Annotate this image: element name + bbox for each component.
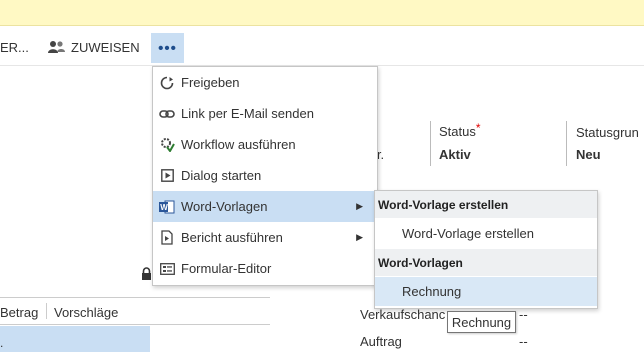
submenu-arrow-icon: ▶ xyxy=(356,232,363,242)
form-editor-icon xyxy=(153,262,181,275)
statusgrund-value[interactable]: Neu xyxy=(576,147,601,162)
svg-text:W: W xyxy=(160,203,168,212)
menu-item-dialog[interactable]: Dialog starten xyxy=(153,160,377,191)
menu-item-label: Word-Vorlagen xyxy=(181,199,268,214)
status-value[interactable]: Aktiv xyxy=(439,147,471,162)
share-icon xyxy=(153,76,181,90)
assign-people-icon xyxy=(48,41,65,53)
submenu-header-create: Word-Vorlage erstellen xyxy=(375,191,597,218)
truncated-command-button[interactable]: ER... xyxy=(0,40,29,55)
word-templates-submenu: Word-Vorlage erstellen Word-Vorlage erst… xyxy=(374,190,598,309)
crm-record-page: ER... ZUWEISEN ••• g Fr. Status* Aktiv S… xyxy=(0,0,644,352)
report-icon xyxy=(153,230,181,245)
menu-item-label: Bericht ausführen xyxy=(181,230,283,245)
command-bar: ER... ZUWEISEN ••• xyxy=(0,26,644,66)
menu-item-label: Formular-Editor xyxy=(181,261,272,276)
assign-button[interactable]: ZUWEISEN xyxy=(48,38,140,56)
status-label: Status* xyxy=(439,121,481,139)
menu-item-freigeben[interactable]: Freigeben xyxy=(153,67,377,98)
grid-row-cut: . xyxy=(0,336,4,350)
menu-item-label: Dialog starten xyxy=(181,168,262,183)
column-header-betrag[interactable]: Betrag xyxy=(0,305,38,320)
assign-label: ZUWEISEN xyxy=(71,39,140,55)
play-icon xyxy=(153,169,181,182)
required-marker: * xyxy=(475,121,481,135)
column-header-vorschlaege[interactable]: Vorschläge xyxy=(54,305,118,320)
more-commands-button[interactable]: ••• xyxy=(151,33,184,63)
subgrid-header: Betrag Vorschläge xyxy=(0,297,270,325)
verkaufschance-value[interactable]: -- xyxy=(519,307,528,322)
notification-bar xyxy=(0,0,644,26)
status-label-text: Status xyxy=(439,124,476,139)
submenu-arrow-icon: ▶ xyxy=(356,201,363,211)
selected-grid-row[interactable] xyxy=(0,326,150,352)
statusgrund-label: Statusgrun xyxy=(576,125,639,140)
header-divider xyxy=(566,121,567,166)
lock-icon xyxy=(142,267,151,280)
more-commands-menu: Freigeben Link per E-Mail senden Workflo… xyxy=(152,66,378,286)
ellipsis-icon: ••• xyxy=(158,39,177,57)
menu-item-word-vorlagen[interactable]: W Word-Vorlagen ▶ xyxy=(153,191,377,222)
workflow-icon xyxy=(153,137,181,152)
menu-item-label: Freigeben xyxy=(181,75,240,90)
menu-item-link-email[interactable]: Link per E-Mail senden xyxy=(153,98,377,129)
submenu-header-templates: Word-Vorlagen xyxy=(375,249,597,276)
tooltip: Rechnung xyxy=(447,311,516,333)
link-icon xyxy=(153,109,181,119)
submenu-item-rechnung[interactable]: Rechnung xyxy=(375,277,597,306)
menu-item-label: Link per E-Mail senden xyxy=(181,106,314,121)
menu-item-formular-editor[interactable]: Formular-Editor xyxy=(153,253,377,284)
submenu-item-create-template[interactable]: Word-Vorlage erstellen xyxy=(375,219,597,248)
menu-item-workflow[interactable]: Workflow ausführen xyxy=(153,129,377,160)
menu-item-bericht[interactable]: Bericht ausführen ▶ xyxy=(153,222,377,253)
auftrag-value[interactable]: -- xyxy=(519,334,528,349)
word-icon: W xyxy=(153,200,181,214)
menu-item-label: Workflow ausführen xyxy=(181,137,296,152)
header-divider xyxy=(430,121,431,166)
verkaufschance-label: Verkaufschanc xyxy=(360,307,446,322)
column-divider xyxy=(46,303,47,319)
auftrag-label: Auftrag xyxy=(360,334,402,349)
